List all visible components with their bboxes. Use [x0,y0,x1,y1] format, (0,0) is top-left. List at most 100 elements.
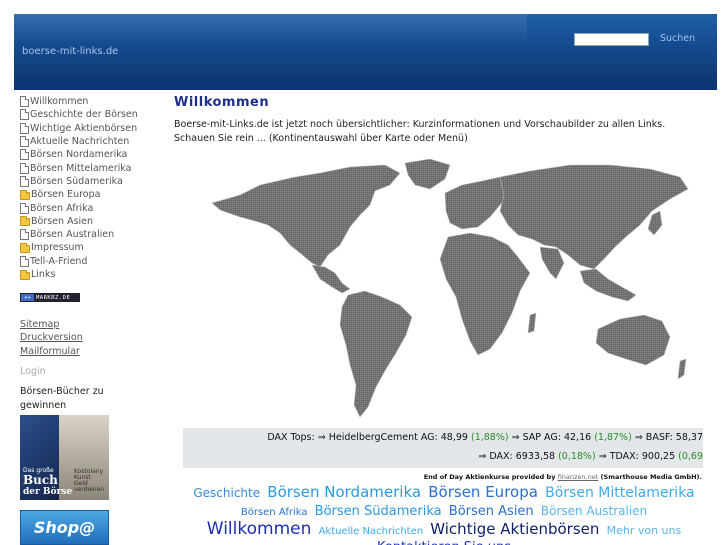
ticker-name: SAP AG: [522,432,564,443]
ticker-item[interactable]: DAX: 6933,58 (0,18%) [489,451,595,462]
page-icon [20,229,29,241]
druckversion-link[interactable]: Druckversion [20,331,160,344]
map-region-australia[interactable] [595,314,671,366]
ticker-value: 58,37 [675,432,703,443]
sidebar-item[interactable]: Tell-A-Friend [20,255,160,268]
folder-icon [20,269,30,280]
sidebar-item-label: Links [31,269,56,280]
page-icon [20,202,29,214]
credit-suffix: (Smarthouse Media GmbH). [598,473,702,481]
sidebar-item[interactable]: Börsen Australien [20,228,160,241]
search-button[interactable]: Suchen [660,33,695,44]
search-input[interactable] [574,33,649,46]
map-region-central-america[interactable] [311,264,351,294]
tag-cloud: Geschichte Börsen Nordamerika Börsen Eur… [184,484,704,545]
world-map[interactable] [200,155,700,430]
credit-prefix: End of Day Aktienkurse provided by [423,473,558,481]
folder-icon [20,242,30,253]
sidebar-item-label: Börsen Asien [31,215,94,227]
map-region-new-zealand[interactable] [677,358,687,380]
sidebar-item[interactable]: Börsen Nordamerika [20,148,160,161]
book-subtitle: Kostolany Kunst Geld verdienen [74,468,105,493]
tag-link[interactable]: Wichtige Aktienbörsen [430,521,599,537]
sidebar-item-label: Börsen Südamerika [30,175,123,187]
site-name[interactable]: boerse-mit-links.de [22,46,118,57]
mailformular-link[interactable]: Mailformular [20,345,160,358]
tag-link[interactable]: Börsen Asien [449,504,534,520]
ticker-name: BASF: [645,432,676,443]
tag-link[interactable]: Börsen Europa [428,484,538,500]
main-content: Willkommen Boerse-mit-Links.de ist jetzt… [174,95,704,146]
shop-button[interactable]: Shop@ [20,510,109,545]
data-credit: End of Day Aktienkurse provided by finan… [420,473,702,481]
sidebar-item[interactable]: Börsen Europa [20,188,160,201]
sidebar-nav: Willkommen Geschichte der Börsen Wichtige … [20,95,160,281]
page-icon [20,255,29,267]
sidebar-item-label: Impressum [31,242,84,254]
tag-link[interactable]: Mehr von uns [607,523,682,539]
intro-text: Boerse-mit-Links.de ist jetzt noch übers… [174,119,666,144]
markrz-badge[interactable]: ++ MARKRZ.DE [20,293,80,303]
ticker-item[interactable]: TDAX: 900,25 (0,69 [610,451,703,462]
tag-link[interactable]: Börsen Australien [541,503,647,519]
sidebar-item[interactable]: Aktuelle Nachrichten [20,135,160,148]
page-icon [20,109,29,121]
ticker-item[interactable]: BASF: 58,37 [646,432,703,443]
finanzen-link[interactable]: finanzen.net [558,473,599,481]
sidebar-item-label: Börsen Afrika [30,202,94,214]
sidebar-item[interactable]: Links [20,268,160,281]
sidebar-item[interactable]: Börsen Südamerika [20,175,160,188]
folder-icon [20,189,30,200]
page-icon [20,149,29,161]
login-link[interactable]: Login [20,366,160,377]
sidebar-item[interactable]: Geschichte der Börsen [20,108,160,121]
tag-link[interactable]: Willkommen [207,521,312,538]
map-region-north-america[interactable] [211,164,401,268]
sidebar-item-label: Aktuelle Nachrichten [30,136,130,148]
tag-link[interactable]: Kontaktieren Sie uns [377,540,511,545]
page-title: Willkommen [174,95,270,110]
map-region-southeast-asia[interactable] [579,268,637,302]
book-title-line3: der Börse [23,487,73,497]
tag-link[interactable]: Aktuelle Nachrichten [319,524,424,540]
ticker-value: 6933,58 [515,451,559,462]
map-region-africa[interactable] [439,232,531,356]
sidebar-item-label: Börsen Mittelamerika [30,162,132,174]
ticker-name: HeidelbergCement AG: [328,432,441,443]
sidebar-item[interactable]: Börsen Asien [20,215,160,228]
tag-link[interactable]: Börsen Nordamerika [267,484,421,500]
ticker-change: (1,88%) [470,432,509,443]
arrow-icon: ⇒ [511,432,523,443]
ticker-item[interactable]: SAP AG: 42,16 (1,87%) [523,432,632,443]
arrow-icon: ⇒ [478,451,490,462]
page-icon [20,175,29,187]
tag-link[interactable]: Börsen Südamerika [315,504,442,520]
map-region-japan[interactable] [647,210,663,236]
book-cover-image[interactable]: Das große Buch der Börse Kostolany Kunst… [20,415,109,500]
sidebar-item[interactable]: Börsen Mittelamerika [20,161,160,174]
sidebar-item[interactable]: Willkommen [20,95,160,108]
map-region-india[interactable] [539,246,565,280]
tag-link[interactable]: Geschichte [193,485,260,501]
sidebar-item-label: Tell-A-Friend [30,255,88,267]
ticker-item[interactable]: HeidelbergCement AG: 48,99 (1,88%) [329,432,509,443]
map-region-greenland[interactable] [404,158,451,190]
sidebar-item-label: Geschichte der Börsen [30,109,138,121]
map-region-madagascar[interactable] [527,312,537,334]
tag-link[interactable]: Börsen Mittelamerika [545,485,695,501]
arrow-icon: ⇒ [598,451,610,462]
sidebar-item[interactable]: Impressum [20,241,160,254]
sidebar-item-label: Börsen Europa [31,189,101,201]
header-shine [14,14,527,44]
book-title-line2: Buch [23,473,58,487]
ticker-row-tops: DAX Tops: ⇒ HeidelbergCement AG: 48,99 (… [267,432,703,443]
sidebar-item[interactable]: Börsen Afrika [20,201,160,214]
page-icon [20,136,29,148]
map-region-south-america[interactable] [339,290,413,418]
sidebar-item-label: Wichtige Aktienbörsen [30,122,138,134]
sidebar-item[interactable]: Wichtige Aktienbörsen [20,122,160,135]
ticker-name: TDAX: [609,451,642,462]
page-icon [20,122,29,134]
sitemap-link[interactable]: Sitemap [20,318,160,331]
stock-ticker: DAX Tops: ⇒ HeidelbergCement AG: 48,99 (… [183,428,703,468]
